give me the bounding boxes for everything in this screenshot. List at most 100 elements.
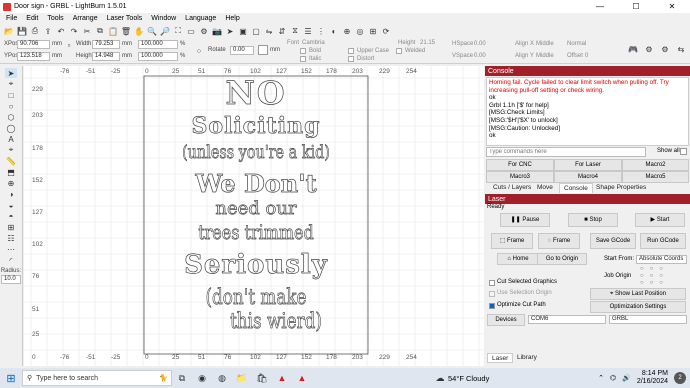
network-icon[interactable]: ⌬ [610,374,616,382]
sign-line-unless[interactable]: (unless you're a kid) [182,141,330,163]
open-icon[interactable]: 📂 [4,26,14,36]
sign-line-we-dont[interactable]: We Don't [194,169,317,199]
controller-icon[interactable]: 🎮 [628,44,638,54]
mirror-icon[interactable]: ⧖ [290,26,300,36]
boolean-intersect-icon[interactable]: ◓ [5,211,17,221]
windows-start-icon[interactable]: ⊞ [0,369,22,387]
clock[interactable]: 8:14 PM 2/16/2024 [637,370,668,386]
rectangle-icon[interactable]: □ [5,90,17,100]
upper-case-checkbox[interactable] [348,48,354,54]
weather-text[interactable]: 54°F Cloudy [448,374,489,383]
close-button[interactable]: ✕ [654,2,690,11]
sign-line-soliciting[interactable]: Soliciting [191,113,321,140]
pause-button[interactable]: ❚❚ Pause [500,213,550,227]
text-icon[interactable]: A [5,134,17,144]
macro5-button[interactable]: Macro5 [622,171,689,183]
polygon-icon[interactable]: ⬡ [5,112,17,122]
vspace-input[interactable]: 0.00 [474,52,486,61]
text-mode-select[interactable]: Normal [567,40,586,49]
corner-icon[interactable]: ◜ [5,255,17,265]
tab-library[interactable]: Library [513,353,541,363]
distribute-icon[interactable]: ⋮ [316,26,326,36]
select-icon[interactable]: ➤ [5,68,17,78]
menu-arrange[interactable]: Arrange [73,15,98,22]
optimize-cut-path-checkbox[interactable] [489,303,495,309]
macro4-button[interactable]: Macro4 [554,171,622,183]
scale-width-input[interactable]: 100.000 [138,40,178,49]
frame-circle-button[interactable]: ◌ Frame [538,233,580,249]
notification-badge[interactable]: 2 [674,372,686,384]
tabs-icon[interactable]: ⬒ [5,167,17,177]
width-input[interactable]: 79.253 [92,40,120,49]
design-canvas[interactable]: NO Soliciting (unless you're a kid) We Don'… [24,66,484,366]
export-icon[interactable]: ⇪ [43,26,53,36]
volume-icon[interactable]: 🔊 [622,374,631,382]
stop-button[interactable]: ■ Stop [568,213,618,227]
camera-icon[interactable]: 📷 [212,26,222,36]
use-selection-origin-checkbox[interactable] [489,291,495,297]
start-button[interactable]: ▶ Start [635,213,685,227]
gear-icon[interactable]: ⚙ [644,44,654,54]
rotate-input[interactable]: 0.00 [230,46,254,55]
weld-tool-icon[interactable]: ⊕ [5,178,17,188]
redo-icon[interactable]: ↷ [69,26,79,36]
cut-selected-checkbox[interactable] [489,280,495,286]
measure-icon[interactable]: 📏 [5,156,17,166]
show-last-position-button[interactable]: ⌖ Show Last Position [590,288,686,300]
save-icon[interactable]: 💾 [17,26,27,36]
lock-icon[interactable]: ▫ [64,40,74,50]
frame-icon[interactable]: ▭ [186,26,196,36]
grid-array-icon[interactable]: ⊞ [5,222,17,232]
flip-h-icon[interactable]: ⇋ [264,26,274,36]
macro2-button[interactable]: Macro2 [622,159,689,171]
job-origin-grid[interactable]: ○○○ ○○○ ○○○ [640,266,669,287]
ellipse-icon[interactable]: ○ [5,101,17,111]
align-tool-icon[interactable]: ☷ [5,233,17,243]
tab-console[interactable]: Console [559,183,593,193]
arrows-icon[interactable]: ⇆ [676,44,686,54]
offset-icon[interactable]: ◎ [355,26,365,36]
ypos-input[interactable]: 123.518 [17,52,50,61]
devices-button[interactable]: Devices [487,314,525,326]
italic-checkbox[interactable] [300,56,306,62]
gear-alt-icon[interactable]: ⚙ [660,44,670,54]
sign-line-seriously[interactable]: Seriously [184,250,328,281]
go-to-origin-button[interactable]: Go to Origin [537,253,587,265]
tab-laser[interactable]: Laser [487,353,514,363]
zoom-in-icon[interactable]: 🔍 [147,26,157,36]
align-y-select[interactable]: Middle [536,52,554,61]
tray-up-icon[interactable]: ⌃ [598,374,604,382]
offset-input[interactable]: 0 [585,52,588,61]
optimization-settings-button[interactable]: Optimization Settings [590,301,686,313]
distribute-tool-icon[interactable]: ⋯ [5,244,17,254]
rotate-origin-icon[interactable] [258,45,268,55]
sign-line-no[interactable]: NO [225,74,286,113]
sign-line-need-our[interactable]: need our [215,198,297,220]
port-select[interactable]: COM6 [528,315,606,324]
anchor-grid-icon[interactable]: ⁘ [194,46,204,56]
tab-cuts-layers[interactable]: Cuts / Layers [489,183,535,193]
position-laser-icon[interactable]: ⌖ [5,145,17,155]
boolean-icon[interactable]: ◐ [329,26,339,36]
edit-nodes-icon[interactable]: ⌖ [5,79,17,89]
start-from-select[interactable]: Absolute Coords [636,255,687,264]
height-input[interactable]: 14.948 [92,52,120,61]
lightburn-taskbar-icon-2[interactable]: ▲ [292,373,312,383]
copy-icon[interactable]: ⧉ [95,26,105,36]
distort-checkbox[interactable] [348,56,354,62]
task-view-icon[interactable]: ⧉ [172,373,192,383]
tab-shape-properties[interactable]: Shape Properties [592,183,650,193]
run-gcode-button[interactable]: Run GCode [640,233,686,249]
home-button[interactable]: ⌂ Home [497,253,539,265]
macro-for-cnc-button[interactable]: For CNC [486,159,554,171]
settings-icon[interactable]: ⚙ [199,26,209,36]
radius-input[interactable]: 10.0 [1,275,21,284]
arrow-icon[interactable]: ➤ [225,26,235,36]
weld-icon[interactable]: ⊕ [342,26,352,36]
ungroup-icon[interactable]: ▢ [251,26,261,36]
taskbar-search-box[interactable]: ⚲ Type here to search 🐈 [22,370,172,386]
store-icon[interactable]: 🛍 [252,373,272,383]
sign-line-dont-make[interactable]: (don't make [205,285,307,310]
zoom-fit-icon[interactable]: ⛶ [173,26,183,36]
console-command-input[interactable] [486,147,646,157]
